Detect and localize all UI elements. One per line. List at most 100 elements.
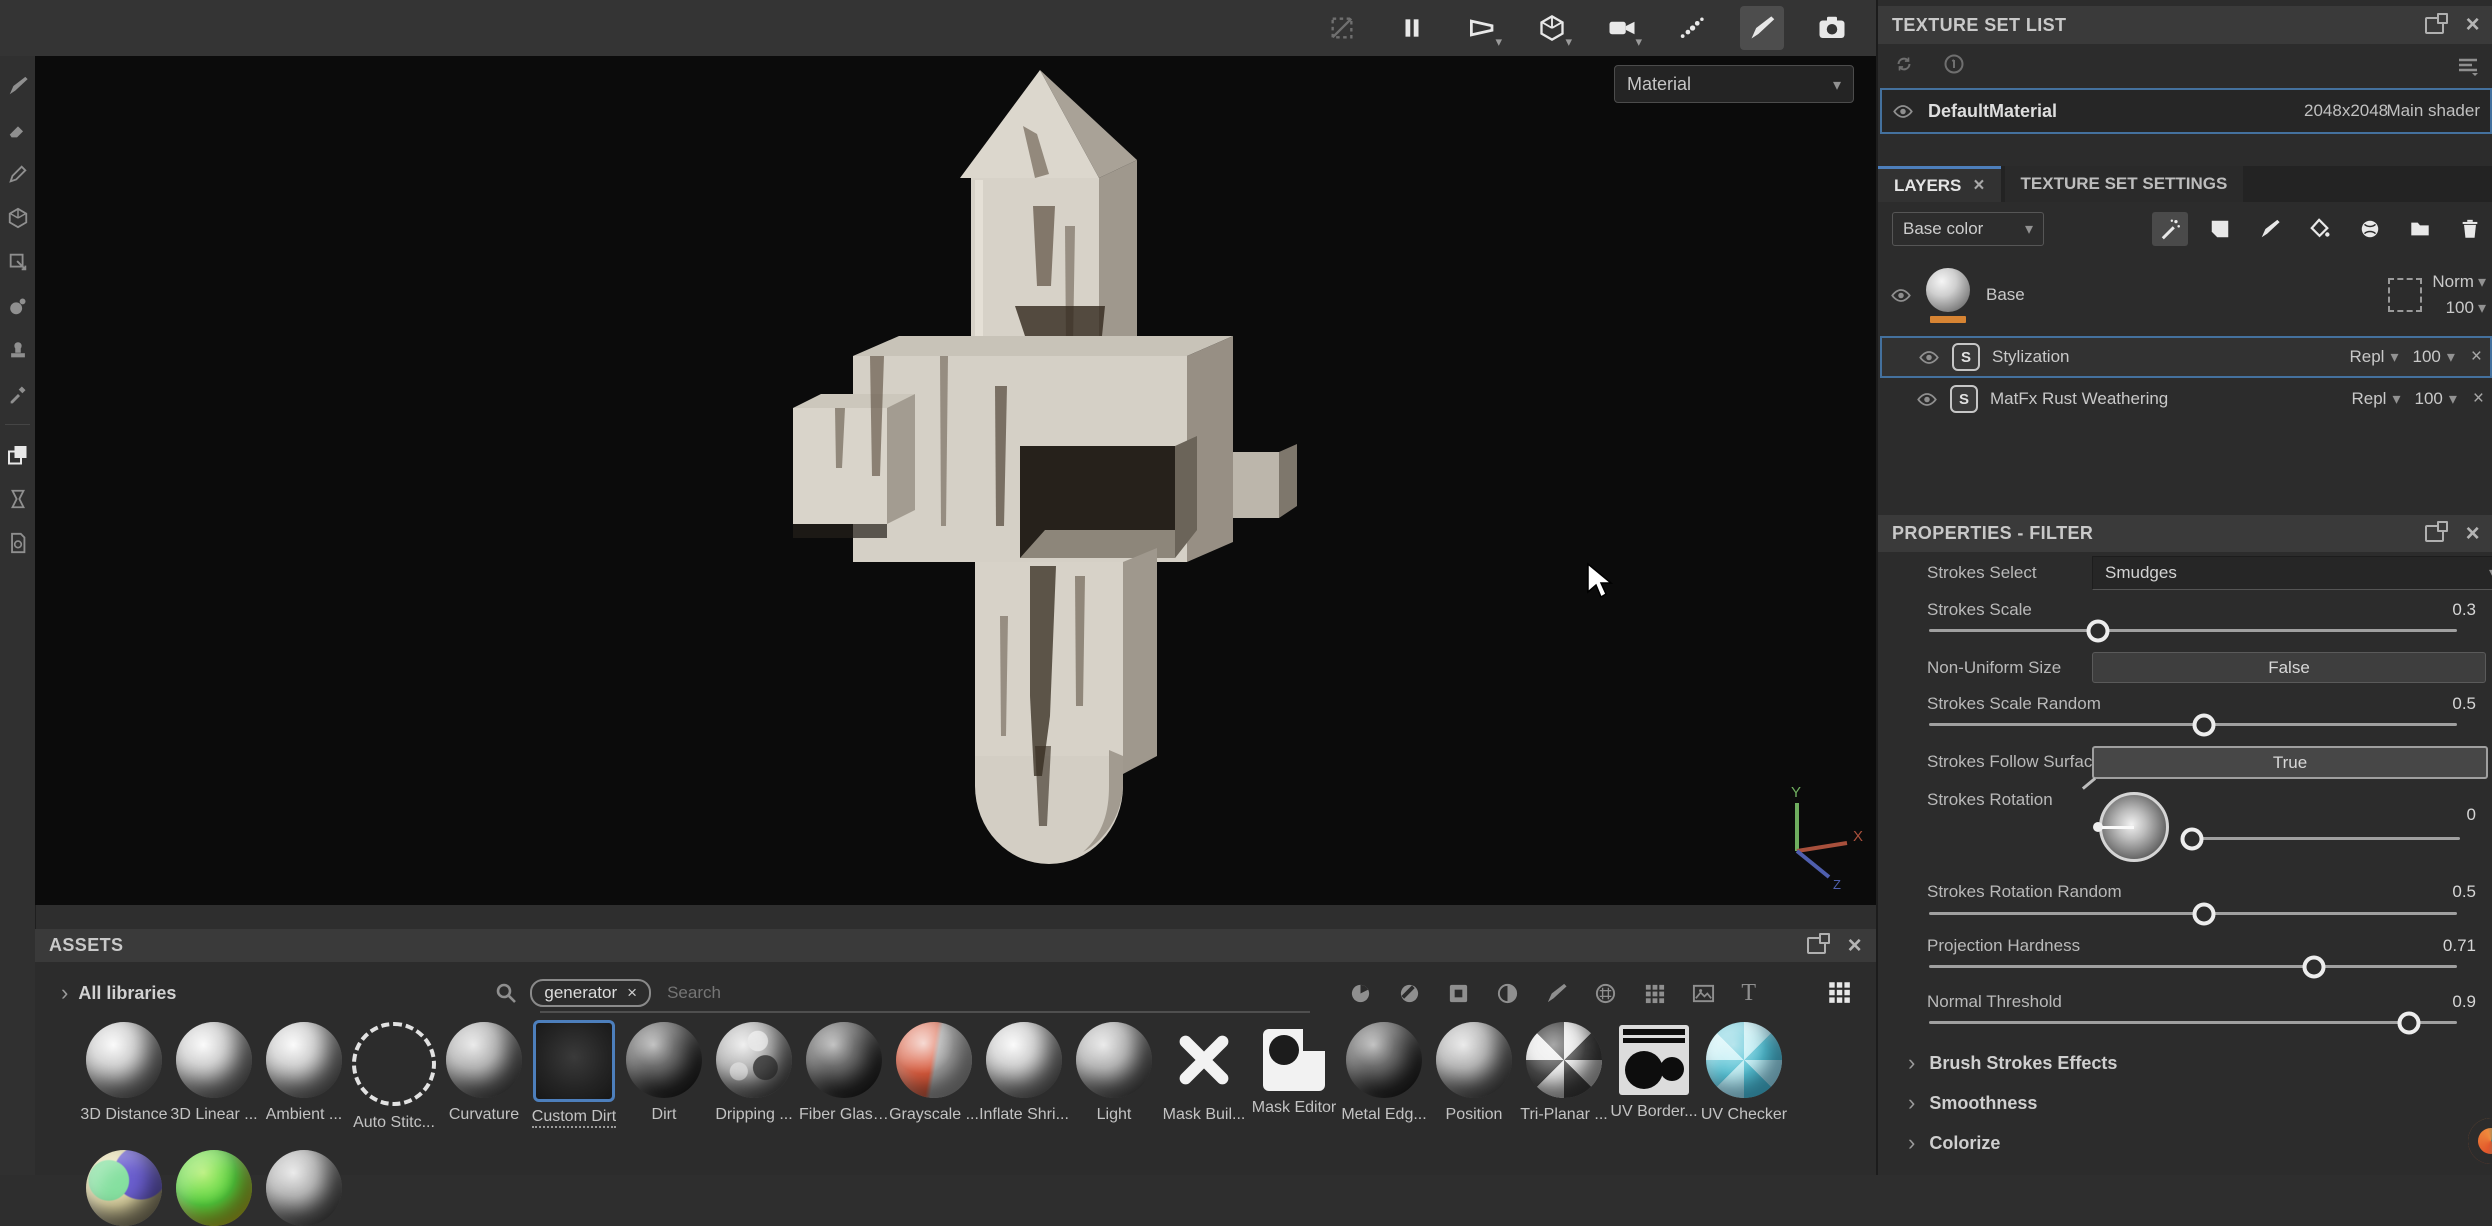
opacity-dropdown[interactable]: 100 bbox=[2414, 389, 2442, 409]
smart-materials-icon[interactable] bbox=[1398, 982, 1421, 1005]
asset-partial-2[interactable] bbox=[169, 1150, 259, 1226]
library-selector[interactable]: All libraries bbox=[78, 983, 176, 1004]
strokes-scale-random-slider[interactable] bbox=[1929, 712, 2457, 738]
paint-tool-icon[interactable] bbox=[0, 64, 35, 108]
hardware-icon[interactable] bbox=[1643, 982, 1666, 1005]
grid-view-icon[interactable] bbox=[1826, 979, 1852, 1005]
close-icon[interactable]: × bbox=[1848, 934, 1862, 958]
add-generator-icon[interactable] bbox=[2152, 212, 2188, 246]
asset-ambient[interactable]: Ambient ... bbox=[259, 1022, 349, 1133]
asset-auto-stitch[interactable]: Auto Stitc... bbox=[349, 1022, 439, 1133]
solo-icon[interactable] bbox=[1942, 52, 1966, 76]
strokes-rotation-random-slider[interactable] bbox=[1929, 901, 2457, 927]
smart-masks-icon[interactable] bbox=[1447, 982, 1470, 1005]
strokes-follow-surface-toggle[interactable]: True bbox=[2092, 746, 2488, 779]
visibility-eye-icon[interactable] bbox=[1892, 104, 1914, 119]
environments-icon[interactable] bbox=[1692, 982, 1715, 1005]
strokes-rotation-slider[interactable] bbox=[2192, 826, 2460, 852]
screenshot-icon[interactable] bbox=[1810, 6, 1854, 50]
layer-thumbnail[interactable] bbox=[1926, 268, 1970, 312]
section-brush-strokes-effects[interactable]: › Brush Strokes Effects bbox=[1908, 1050, 2117, 1076]
asset-grayscale[interactable]: Grayscale ... bbox=[889, 1022, 979, 1133]
tab-layers[interactable]: LAYERS × bbox=[1878, 166, 2001, 202]
close-tab-icon[interactable]: × bbox=[1973, 175, 1984, 197]
perspective-icon[interactable]: ▾ bbox=[1460, 6, 1504, 50]
section-smoothness[interactable]: › Smoothness bbox=[1908, 1090, 2037, 1116]
section-colorize[interactable]: › Colorize bbox=[1908, 1130, 2000, 1156]
material-picker-tool-icon[interactable] bbox=[0, 372, 35, 416]
add-folder-icon[interactable] bbox=[2402, 212, 2438, 246]
close-icon[interactable]: × bbox=[2466, 13, 2480, 37]
mesh-cube-icon[interactable]: ▾ bbox=[1530, 6, 1574, 50]
layer-row-base[interactable]: Base Norm 100 bbox=[1880, 258, 2492, 332]
viewport-3d[interactable]: Material Y X Z bbox=[35, 56, 1876, 905]
asset-partial-1[interactable] bbox=[79, 1150, 169, 1226]
strokes-scale-slider[interactable] bbox=[1929, 618, 2457, 644]
asset-mask-editor[interactable]: Mask Editor bbox=[1249, 1022, 1339, 1133]
asset-tri-planar[interactable]: Tri-Planar ... bbox=[1519, 1022, 1609, 1133]
non-uniform-size-toggle[interactable]: False bbox=[2092, 652, 2486, 683]
asset-light[interactable]: Light bbox=[1069, 1022, 1159, 1133]
camera-icon[interactable]: ▾ bbox=[1600, 6, 1644, 50]
asset-position[interactable]: Position bbox=[1429, 1022, 1519, 1133]
base-color-swatch[interactable] bbox=[1930, 316, 1966, 323]
add-smart-material-icon[interactable] bbox=[2352, 212, 2388, 246]
asset-fiber-glass[interactable]: Fiber Glass... bbox=[799, 1022, 889, 1133]
mask-placeholder[interactable] bbox=[2388, 278, 2422, 312]
popout-icon[interactable] bbox=[2425, 525, 2444, 542]
smudge-tool-icon[interactable] bbox=[0, 240, 35, 284]
blend-mode-dropdown[interactable]: Repl bbox=[2351, 389, 2386, 409]
polygon-fill-tool-icon[interactable] bbox=[0, 196, 35, 240]
opacity-dropdown[interactable]: 100 bbox=[2412, 347, 2440, 367]
remove-layer-icon[interactable]: × bbox=[2473, 388, 2484, 410]
asset-uv-checker[interactable]: UV Checker bbox=[1699, 1022, 1789, 1133]
normal-threshold-slider[interactable] bbox=[1929, 1010, 2457, 1036]
add-fill-layer-icon[interactable] bbox=[2302, 212, 2338, 246]
strokes-rotation-dial[interactable] bbox=[2099, 792, 2169, 862]
particles-tool-icon[interactable] bbox=[0, 284, 35, 328]
asset-curvature[interactable]: Curvature bbox=[439, 1022, 529, 1133]
asset-dirt[interactable]: Dirt bbox=[619, 1022, 709, 1133]
pause-icon[interactable] bbox=[1390, 6, 1434, 50]
text-resources-icon[interactable]: T bbox=[1741, 980, 1756, 1007]
opacity-dropdown[interactable]: 100 bbox=[2446, 298, 2474, 318]
projection-hardness-slider[interactable] bbox=[1929, 954, 2457, 980]
path-icon[interactable] bbox=[1670, 6, 1714, 50]
blend-mode-dropdown[interactable]: Norm bbox=[2432, 272, 2474, 292]
clone-tool-icon[interactable] bbox=[0, 328, 35, 372]
remove-layer-icon[interactable]: × bbox=[2471, 346, 2482, 368]
asset-dripping[interactable]: Dripping ... bbox=[709, 1022, 799, 1133]
assets-shelf-icon[interactable] bbox=[0, 433, 35, 477]
stencil-off-icon[interactable] bbox=[1320, 6, 1364, 50]
search-input[interactable] bbox=[665, 982, 839, 1004]
add-paint-icon[interactable] bbox=[2252, 212, 2288, 246]
asset-inflate-shrink[interactable]: Inflate Shri... bbox=[979, 1022, 1069, 1133]
channel-dropdown[interactable]: Base color bbox=[1892, 212, 2044, 246]
asset-3d-linear[interactable]: 3D Linear ... bbox=[169, 1022, 259, 1133]
brushes-icon[interactable] bbox=[1545, 982, 1568, 1005]
search-tag[interactable]: generator × bbox=[530, 979, 651, 1007]
tab-texture-set-settings[interactable]: TEXTURE SET SETTINGS bbox=[2005, 166, 2244, 202]
texture-set-row[interactable]: DefaultMaterial 2048x2048 Main shader bbox=[1880, 88, 2492, 134]
visibility-eye-icon[interactable] bbox=[1918, 350, 1940, 365]
layer-row-matfx-rust[interactable]: S MatFx Rust Weathering Repl 100 × bbox=[1880, 380, 2492, 418]
popout-icon[interactable] bbox=[1807, 937, 1826, 954]
asset-3d-distance[interactable]: 3D Distance bbox=[79, 1022, 169, 1133]
asset-mask-builder[interactable]: Mask Buil... bbox=[1159, 1022, 1249, 1133]
asset-metal-edge[interactable]: Metal Edg... bbox=[1339, 1022, 1429, 1133]
popout-icon[interactable] bbox=[2425, 17, 2444, 34]
close-icon[interactable]: × bbox=[2466, 522, 2480, 546]
asset-custom-dirt[interactable]: Custom Dirt bbox=[529, 1022, 619, 1133]
remove-tag-icon[interactable]: × bbox=[627, 983, 637, 1003]
filters-icon[interactable] bbox=[1496, 982, 1519, 1005]
list-options-icon[interactable] bbox=[2456, 54, 2480, 78]
materials-icon[interactable] bbox=[1349, 982, 1372, 1005]
history-icon[interactable] bbox=[0, 477, 35, 521]
sync-visibility-icon[interactable] bbox=[1892, 52, 1916, 76]
layer-row-stylization[interactable]: S Stylization Repl 100 × bbox=[1880, 336, 2492, 378]
paint-brush-icon[interactable] bbox=[1740, 6, 1784, 50]
asset-partial-3[interactable] bbox=[259, 1150, 349, 1226]
shading-mode-dropdown[interactable]: Material bbox=[1614, 65, 1854, 103]
asset-uv-border[interactable]: UV Border... bbox=[1609, 1022, 1699, 1133]
strokes-select-dropdown[interactable]: Smudges bbox=[2092, 556, 2492, 590]
